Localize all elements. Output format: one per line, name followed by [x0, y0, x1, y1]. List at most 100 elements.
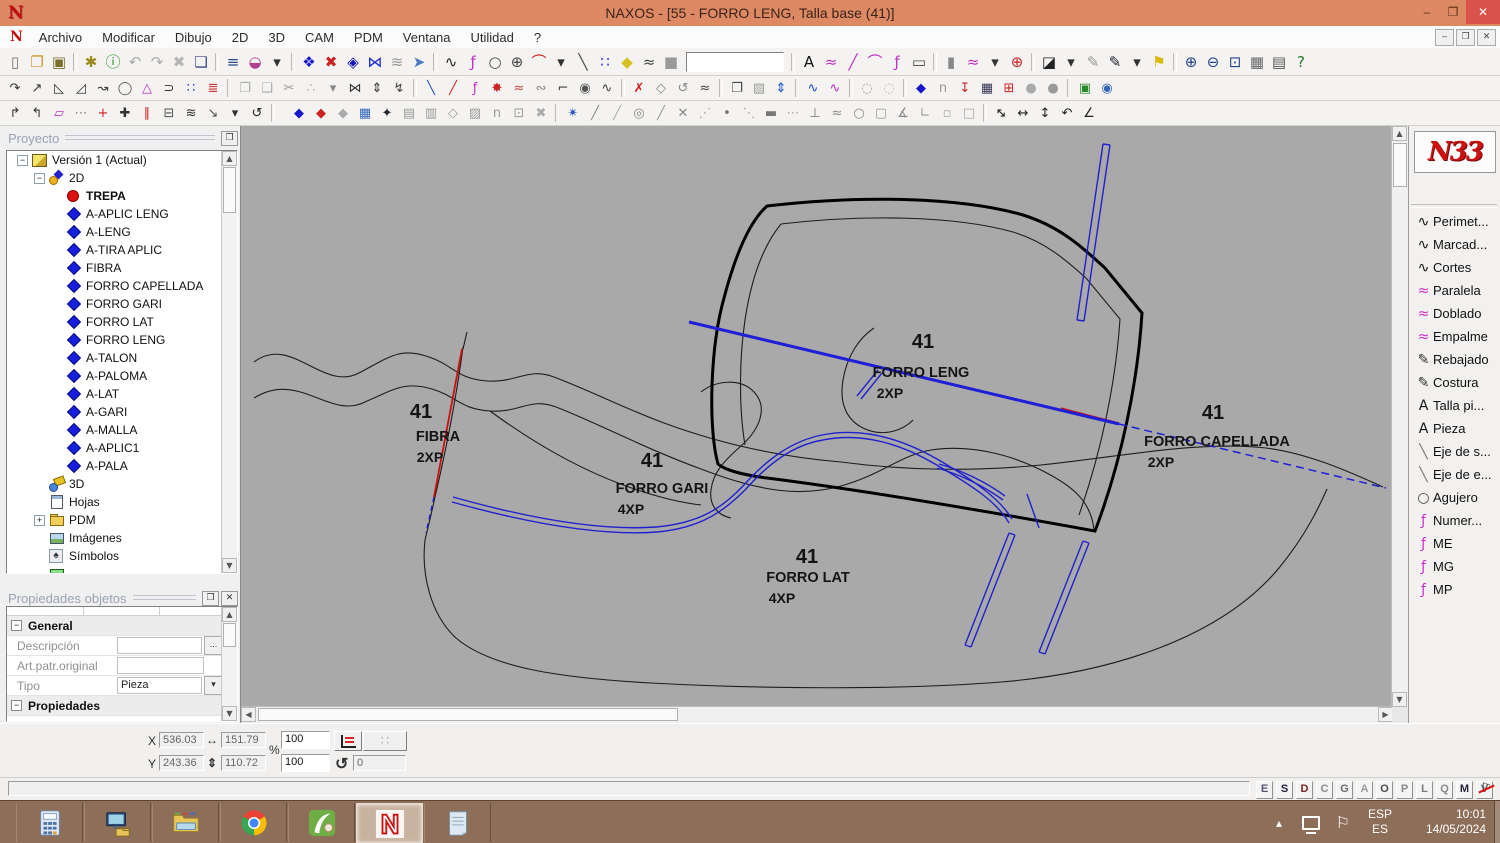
zoom-previous-icon[interactable]: ◌	[856, 79, 878, 97]
tool-paralela[interactable]: ≈ Paralela	[1411, 279, 1499, 302]
segment-2-icon[interactable]: ╱	[606, 104, 628, 122]
undo-icon[interactable]: ↶	[124, 52, 146, 72]
tool-me[interactable]: ƒ ME	[1411, 532, 1499, 555]
color-palette-icon[interactable]: ◒	[244, 52, 266, 72]
text-icon[interactable]: A	[798, 52, 820, 72]
tree-item-forro-lat[interactable]: FORRO LAT	[7, 313, 237, 331]
layer-letter-g[interactable]: G	[1336, 781, 1353, 799]
scroll-thumb[interactable]	[1393, 143, 1407, 187]
toolbar-combo[interactable]	[686, 51, 784, 72]
trim-icon[interactable]: ↯	[388, 79, 410, 97]
segment-1-icon[interactable]: ╱	[584, 104, 606, 122]
flag-icon[interactable]: ⚑	[1148, 52, 1170, 72]
scale-x-input[interactable]: 100	[281, 731, 330, 749]
flip-vertical-icon[interactable]: ⇕	[366, 79, 388, 97]
tree-item-a-paloma[interactable]: A-PALOMA	[7, 367, 237, 385]
bundle-1-icon[interactable]: ●	[1020, 79, 1042, 97]
piece-ghost-icon[interactable]: ≋	[386, 52, 408, 72]
wave-cross-icon[interactable]: ≋	[180, 104, 202, 122]
redo-icon[interactable]: ↷	[146, 52, 168, 72]
curve-icon[interactable]: ∿	[440, 52, 462, 72]
flow-magenta-icon[interactable]: ∿	[824, 79, 846, 97]
hatch-gray-icon[interactable]: ▨	[748, 79, 770, 97]
measure-vertical-red-icon[interactable]: ↧	[954, 79, 976, 97]
layer-letter-e[interactable]: E	[1256, 781, 1273, 799]
arc-icon[interactable]: ⌒	[528, 52, 550, 72]
restore-button[interactable]: ❐	[1440, 0, 1466, 24]
grade-triangle-icon[interactable]: △	[136, 79, 158, 97]
calculator-tool-icon[interactable]: ▦	[354, 104, 376, 122]
reference-pin-icon[interactable]: ✦	[376, 104, 398, 122]
pencils-dropdown-icon[interactable]: ▾	[1126, 52, 1148, 72]
machines-gear-icon[interactable]: ✱	[80, 52, 102, 72]
scroll-down-icon[interactable]: ▼	[222, 558, 237, 573]
palette-dropdown-icon[interactable]: ▾	[266, 52, 288, 72]
dots-horizontal-icon[interactable]: ⋯	[782, 104, 804, 122]
fast-delete-icon[interactable]: ◆	[310, 104, 332, 122]
line-icon[interactable]: ╲	[572, 52, 594, 72]
tree-item-a-leng[interactable]: A-LENG	[7, 223, 237, 241]
tree-item-pdm[interactable]: + PDM	[7, 511, 237, 529]
plot-disabled-icon[interactable]: ⚐	[1477, 781, 1496, 797]
seam-marks-icon[interactable]: ≣	[202, 79, 224, 97]
project-tree-scrollbar[interactable]: ▲ ▼	[221, 151, 237, 573]
tray-clock[interactable]: 10:01 14/05/2024	[1426, 801, 1486, 843]
dot-icon[interactable]: •	[716, 104, 738, 122]
burst-icon[interactable]: ✸	[486, 79, 508, 97]
angle-box-icon[interactable]: ∟	[914, 104, 936, 122]
properties-icon[interactable]: ❏	[190, 52, 212, 72]
invert-dropdown-icon[interactable]: ▾	[1060, 52, 1082, 72]
diamond-outline-icon[interactable]: ◇	[650, 79, 672, 97]
corner-extend-icon[interactable]: ↝	[92, 79, 114, 97]
pushpin-icon[interactable]: ✴	[562, 104, 584, 122]
layer-letter-l[interactable]: L	[1416, 781, 1433, 799]
zoom-selection-icon[interactable]: ◌	[878, 79, 900, 97]
scroll-thumb[interactable]	[223, 623, 236, 647]
scale-y-input[interactable]: 100	[281, 754, 330, 772]
tray-language[interactable]: ESP ES	[1368, 801, 1392, 843]
circle-icon[interactable]: ○	[484, 52, 506, 72]
piece-delete-icon[interactable]: ✖	[320, 52, 342, 72]
duplicate-icon[interactable]: ❐	[726, 79, 748, 97]
diamond-gray-icon[interactable]: ◇	[442, 104, 464, 122]
project-dock-button[interactable]: ❐	[221, 130, 238, 146]
pencils-icon[interactable]: ✎	[1104, 52, 1126, 72]
taskbar-calculator[interactable]	[16, 803, 83, 842]
menu-cam[interactable]: CAM	[295, 28, 344, 47]
rotate-reference-icon[interactable]: ⊕	[1006, 52, 1028, 72]
tool-cortes[interactable]: ∿ Cortes	[1411, 256, 1499, 279]
tree-item-blank[interactable]	[7, 565, 237, 573]
wave-magenta-icon[interactable]: ≈	[820, 52, 842, 72]
menu-archivo[interactable]: Archivo	[29, 28, 92, 47]
table-rows-icon[interactable]: ▤	[398, 104, 420, 122]
taskbar-notepad[interactable]	[424, 803, 491, 842]
fill-piece-icon[interactable]: ◆	[616, 52, 638, 72]
layer-letter-a[interactable]: A	[1356, 781, 1373, 799]
tool-marcado[interactable]: ∿ Marcad...	[1411, 233, 1499, 256]
corner-round-icon[interactable]: ↷	[4, 79, 26, 97]
number-nodes-icon[interactable]: n	[932, 79, 954, 97]
reset-icon[interactable]: ↺	[246, 104, 268, 122]
menu-utilidad[interactable]: Utilidad	[461, 28, 524, 47]
wave-adjust-icon[interactable]: ≈	[694, 79, 716, 97]
rectangle-icon[interactable]: ▭	[908, 52, 930, 72]
round-end-icon[interactable]: ⊃	[158, 79, 180, 97]
panel-close-button[interactable]: ✕	[221, 590, 238, 606]
tool-talla[interactable]: A Talla pi...	[1411, 394, 1499, 417]
fillet-2-icon[interactable]: ↰	[26, 104, 48, 122]
art-input[interactable]	[117, 657, 204, 674]
taskbar-file-explorer[interactable]	[152, 803, 219, 842]
corner-chamfer-icon[interactable]: ◺	[48, 79, 70, 97]
zoom-page-icon[interactable]: ⊡	[1224, 52, 1246, 72]
save-icon[interactable]: ▣	[48, 52, 70, 72]
canvas-vertical-scrollbar[interactable]: ▲ ▼	[1391, 126, 1408, 707]
fillet-1-icon[interactable]: ↱	[4, 104, 26, 122]
mdi-close-button[interactable]: ✕	[1477, 29, 1496, 46]
line-magenta-icon[interactable]: ╱	[842, 52, 864, 72]
center-point-icon[interactable]: ⊕	[506, 52, 528, 72]
properties-scrollbar[interactable]: ▲ ▼	[221, 607, 237, 721]
corner-arrow-icon[interactable]: ↗	[26, 79, 48, 97]
tool-costura[interactable]: ✎ Costura	[1411, 371, 1499, 394]
taskbar-naxos[interactable]	[356, 803, 423, 843]
help-icon[interactable]: ?	[1290, 52, 1312, 72]
